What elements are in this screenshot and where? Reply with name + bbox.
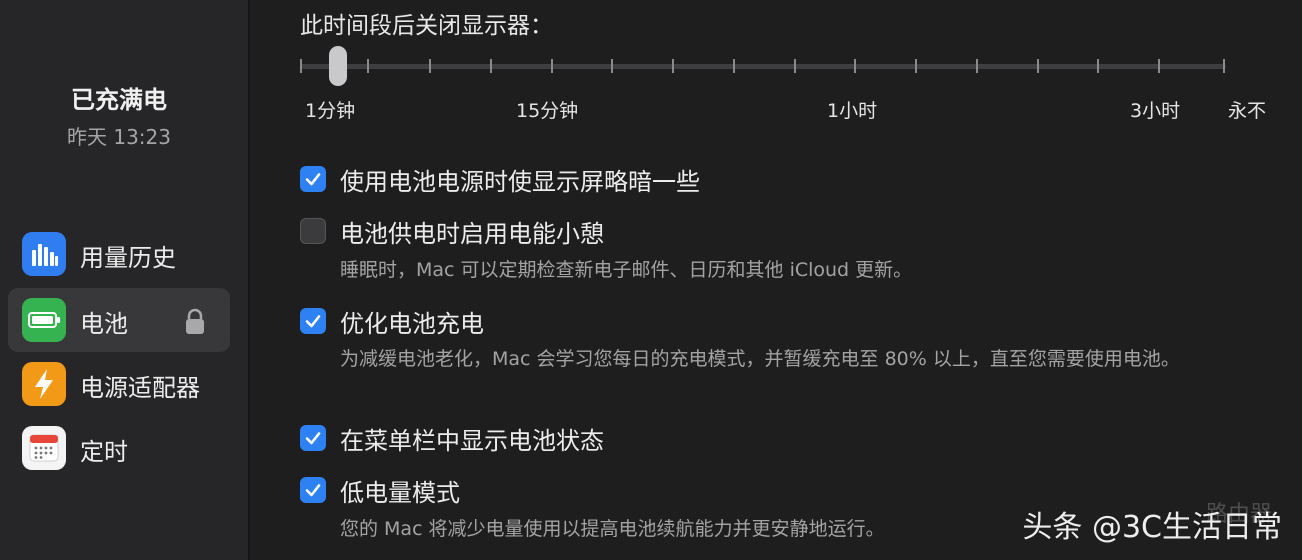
slider-label-never: 永不 bbox=[1228, 100, 1267, 122]
slider-tick bbox=[976, 59, 978, 73]
checkmark-icon bbox=[305, 315, 321, 328]
battery-status-time: 昨天 13:23 bbox=[67, 125, 171, 149]
optimized-charging-checkbox[interactable] bbox=[300, 308, 326, 334]
low-power-mode-checkbox[interactable] bbox=[300, 477, 326, 503]
slider-tick bbox=[794, 59, 796, 73]
sidebar-item-label: 用量历史 bbox=[80, 244, 176, 272]
slider-tick bbox=[429, 59, 431, 73]
main-panel: 此时间段后关闭显示器： 1分钟 15分钟 1小时 3小时 永不 使用电池电源时使… bbox=[250, 0, 1302, 560]
sidebar: 已充满电 昨天 13:23 用量历史 电池 电源适配器 定时 bbox=[0, 0, 250, 560]
checkmark-icon bbox=[305, 484, 321, 497]
watermark: 头条 @3C生活日常 bbox=[1022, 510, 1282, 545]
slider-tick bbox=[915, 59, 917, 73]
slider-knob bbox=[329, 46, 347, 86]
sidebar-item-schedule[interactable]: 定时 bbox=[8, 416, 230, 480]
slider-label-15min: 15分钟 bbox=[516, 100, 579, 122]
sidebar-item-usage-history[interactable]: 用量历史 bbox=[8, 222, 230, 286]
slider-tick bbox=[854, 59, 856, 73]
power-nap-checkbox[interactable] bbox=[300, 218, 326, 244]
sidebar-item-battery[interactable]: 电池 bbox=[8, 288, 230, 352]
slider-tick bbox=[1223, 59, 1225, 73]
sidebar-item-power-adapter[interactable]: 电源适配器 bbox=[8, 352, 230, 416]
slider-tick bbox=[611, 59, 613, 73]
slider-tick bbox=[672, 59, 674, 73]
display-off-title: 此时间段后关闭显示器： bbox=[300, 13, 553, 39]
lock-icon bbox=[184, 308, 206, 336]
display-off-slider[interactable] bbox=[300, 40, 1230, 90]
slider-tick bbox=[1037, 59, 1039, 73]
battery-settings-window: 已充满电 昨天 13:23 用量历史 电池 电源适配器 定时 此时间段后关闭显示… bbox=[0, 0, 1302, 560]
menu-bar-status-checkbox[interactable] bbox=[300, 425, 326, 451]
dim-display-checkbox[interactable] bbox=[300, 166, 326, 192]
slider-label-1hour: 1小时 bbox=[827, 100, 878, 122]
bar-chart-icon bbox=[22, 232, 66, 276]
sidebar-item-label: 电池 bbox=[80, 310, 128, 338]
power-nap-description: 睡眠时，Mac 可以定期检查新电子邮件、日历和其他 iCloud 更新。 bbox=[340, 259, 913, 281]
optimized-charging-label: 优化电池充电 bbox=[340, 310, 484, 338]
slider-label-1min: 1分钟 bbox=[305, 100, 356, 122]
checkmark-icon bbox=[305, 173, 321, 186]
battery-icon bbox=[22, 298, 66, 342]
battery-status-title: 已充满电 bbox=[71, 86, 167, 114]
optimized-charging-description: 为减缓电池老化，Mac 会学习您每日的充电模式，并暂缓充电至 80% 以上，直至… bbox=[340, 348, 1180, 370]
slider-tick bbox=[733, 59, 735, 73]
power-nap-label: 电池供电时启用电能小憩 bbox=[340, 220, 604, 248]
calendar-icon bbox=[22, 426, 66, 470]
sidebar-item-label: 定时 bbox=[80, 438, 128, 466]
checkmark-icon bbox=[305, 432, 321, 445]
slider-tick bbox=[300, 59, 302, 73]
dim-display-label: 使用电池电源时使显示屏略暗一些 bbox=[340, 168, 700, 196]
low-power-mode-label: 低电量模式 bbox=[340, 479, 460, 507]
slider-tick bbox=[490, 59, 492, 73]
slider-tick bbox=[551, 59, 553, 73]
lightning-bolt-icon bbox=[22, 362, 66, 406]
slider-tick bbox=[367, 59, 369, 73]
slider-tick bbox=[1097, 59, 1099, 73]
slider-label-3hours: 3小时 bbox=[1130, 100, 1181, 122]
sidebar-item-label: 电源适配器 bbox=[80, 374, 200, 402]
menu-bar-status-label: 在菜单栏中显示电池状态 bbox=[340, 427, 604, 455]
slider-tick bbox=[1158, 59, 1160, 73]
